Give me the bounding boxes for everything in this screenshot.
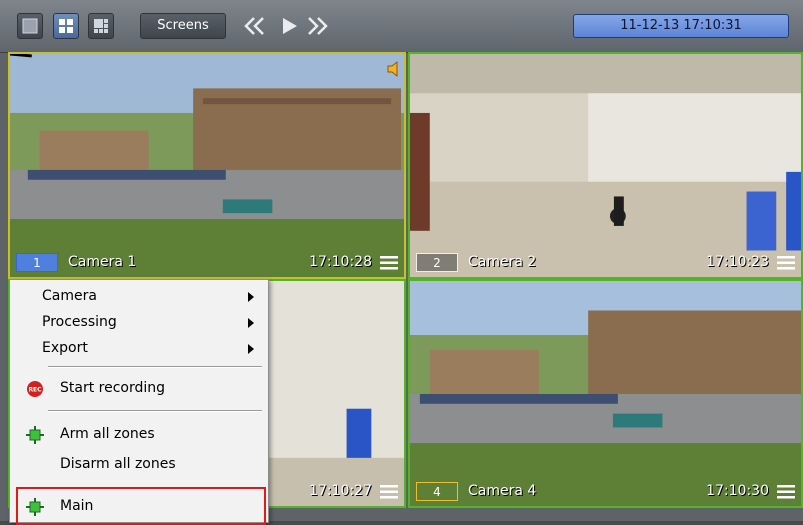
camera-name: Camera 4: [468, 483, 537, 499]
speaker-icon[interactable]: [386, 60, 402, 78]
hamburger-menu-icon[interactable]: [380, 485, 398, 499]
camera-feed-image: [10, 54, 404, 277]
menu-separator: [48, 366, 262, 368]
menu-item-start-recording[interactable]: REC Start recording: [10, 376, 268, 402]
datetime-display: 11-12-13 17:10:31: [573, 14, 789, 38]
layout-1plus5-icon: [94, 19, 108, 33]
menu-item-label: Arm all zones: [60, 426, 155, 442]
menu-item-main[interactable]: Main: [10, 494, 268, 520]
camera-cell-4[interactable]: 4 Camera 4 17:10:30: [408, 279, 803, 508]
video-surveillance-app: Screens 11-12-13 17:10:31 1 Camera 1 17:…: [0, 0, 803, 525]
rec-icon: REC: [27, 381, 43, 397]
menu-item-label: Processing: [42, 314, 117, 330]
layout-2x2-icon: [59, 19, 73, 33]
hamburger-menu-icon[interactable]: [777, 256, 795, 270]
menu-item-label: Main: [60, 498, 94, 514]
menu-item-label: Disarm all zones: [60, 456, 176, 472]
menu-item-disarm-all-zones[interactable]: Disarm all zones: [10, 452, 268, 478]
submenu-arrow-icon: [248, 318, 254, 328]
camera-number-badge: 1: [16, 253, 58, 272]
camera-status-bar: 1 Camera 1 17:10:28: [10, 249, 404, 277]
screens-button[interactable]: Screens: [140, 13, 226, 39]
menu-separator: [48, 410, 262, 412]
camera-cell-2[interactable]: 2 Camera 2 17:10:23: [408, 52, 803, 279]
camera-name: Camera 1: [68, 254, 137, 270]
camera-name: Camera 2: [468, 254, 537, 270]
camera-time: 17:10:28: [309, 254, 372, 270]
layout-1x1-icon: [22, 18, 38, 34]
camera-time: 17:10:27: [309, 483, 372, 499]
menu-item-export[interactable]: Export: [10, 336, 268, 362]
layout-2x2-button[interactable]: [53, 13, 79, 39]
camera-time: 17:10:23: [706, 254, 769, 270]
submenu-arrow-icon: [248, 292, 254, 302]
submenu-arrow-icon: [248, 344, 254, 354]
menu-item-label: Start recording: [60, 380, 166, 396]
play-icon: [283, 18, 297, 34]
layout-1x1-button[interactable]: [17, 13, 43, 39]
menu-item-camera[interactable]: Camera: [10, 284, 268, 310]
fast-forward-button[interactable]: [305, 14, 329, 38]
menu-item-label: Export: [42, 340, 88, 356]
camera-cell-1[interactable]: 1 Camera 1 17:10:28: [8, 52, 406, 279]
menu-item-label: Camera: [42, 288, 97, 304]
play-button[interactable]: [277, 14, 301, 38]
layout-1plus5-button[interactable]: [88, 13, 114, 39]
top-toolbar: Screens 11-12-13 17:10:31: [0, 0, 803, 53]
camera-context-menu: Camera Processing Export REC Start recor…: [9, 279, 269, 525]
camera-status-bar: 4 Camera 4 17:10:30: [410, 478, 801, 506]
camera-number-badge: 4: [416, 482, 458, 501]
camera-time: 17:10:30: [706, 483, 769, 499]
hamburger-menu-icon[interactable]: [777, 485, 795, 499]
rewind-button[interactable]: [243, 14, 267, 38]
zone-armed-icon: [26, 426, 44, 444]
zone-armed-icon: [26, 498, 44, 516]
camera-status-bar: 2 Camera 2 17:10:23: [410, 249, 801, 277]
menu-item-arm-all-zones[interactable]: Arm all zones: [10, 422, 268, 448]
camera-feed-image: [410, 54, 801, 277]
camera-feed-image: [410, 281, 801, 506]
rewind-icon: [244, 17, 264, 35]
svg-text:REC: REC: [28, 387, 42, 394]
camera-number-badge: 2: [416, 253, 458, 272]
fast-forward-icon: [308, 17, 328, 35]
hamburger-menu-icon[interactable]: [380, 256, 398, 270]
menu-item-processing[interactable]: Processing: [10, 310, 268, 336]
